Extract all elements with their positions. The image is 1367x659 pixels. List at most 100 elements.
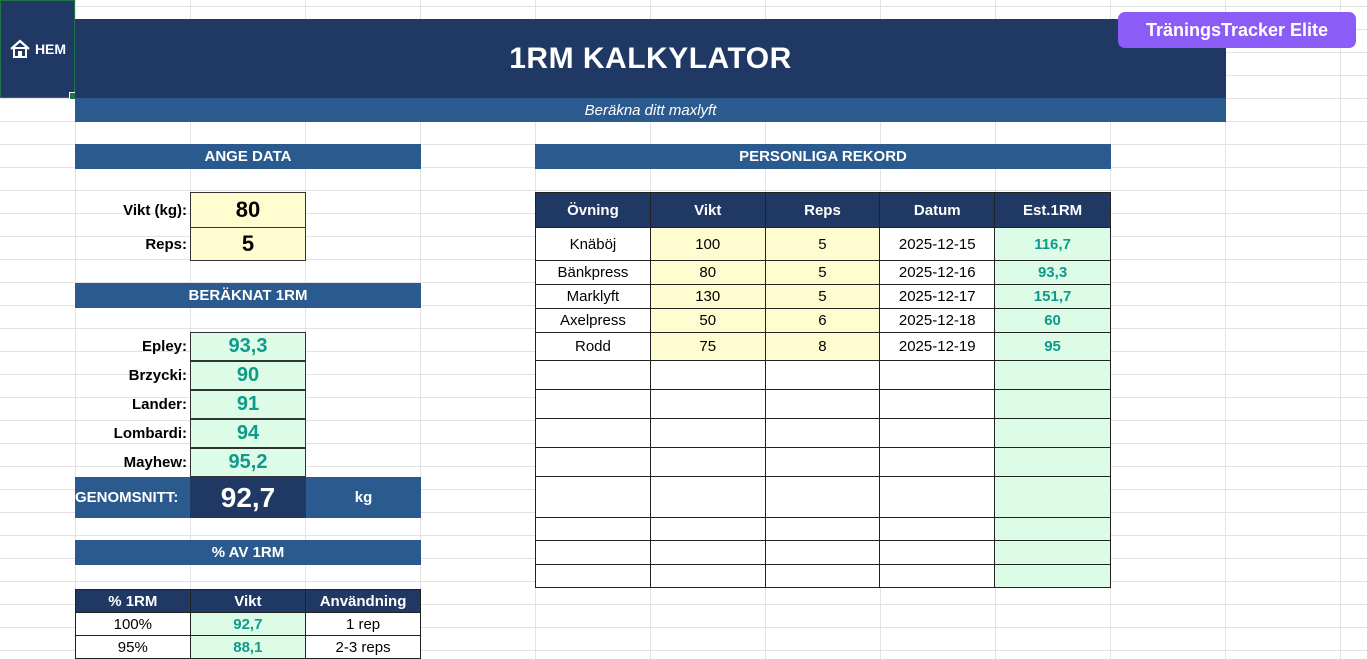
exercise-cell[interactable]: Bänkpress	[535, 260, 651, 285]
empty-cell[interactable]	[879, 360, 996, 390]
empty-cell[interactable]	[535, 360, 651, 390]
weight-cell[interactable]: 75	[649, 332, 766, 361]
reps-cell[interactable]: 6	[764, 308, 881, 333]
date-cell[interactable]: 2025-12-18	[879, 308, 996, 333]
page-title: 1RM KALKYLATOR	[75, 19, 1226, 98]
home-label: HEM	[34, 41, 67, 57]
reps-cell[interactable]: 8	[764, 332, 881, 361]
empty-cell[interactable]	[879, 418, 996, 448]
percent-header-pct: % 1RM	[75, 589, 191, 613]
empty-cell[interactable]	[649, 447, 766, 477]
weight-input[interactable]: 80	[190, 192, 306, 228]
percent-cell[interactable]: 100%	[75, 612, 191, 636]
empty-cell[interactable]	[879, 517, 996, 541]
average-value: 92,7	[190, 477, 306, 518]
table-row	[535, 517, 1111, 541]
page-subtitle: Beräkna ditt maxlyft	[75, 98, 1226, 122]
percent-weight-cell[interactable]: 88,1	[189, 635, 307, 659]
empty-cell[interactable]	[764, 360, 881, 390]
exercise-cell[interactable]: Axelpress	[535, 308, 651, 333]
mayhew-value: 95,2	[190, 448, 306, 477]
empty-cell[interactable]	[764, 540, 881, 565]
table-row: 95% 88,1 2-3 reps	[75, 635, 421, 659]
reps-cell[interactable]: 5	[764, 260, 881, 285]
empty-cell[interactable]	[994, 540, 1111, 565]
percent-table: % 1RM Vikt Användning 100% 92,7 1 rep 95…	[75, 589, 421, 659]
table-row	[535, 564, 1111, 588]
reps-label: Reps:	[145, 235, 187, 253]
reps-input[interactable]: 5	[190, 227, 306, 261]
empty-cell[interactable]	[994, 447, 1111, 477]
date-cell[interactable]: 2025-12-15	[879, 227, 996, 261]
reps-cell[interactable]: 5	[764, 227, 881, 261]
empty-cell[interactable]	[764, 564, 881, 588]
average-label: GENOMSNITT:	[75, 477, 190, 518]
table-row: Marklyft 130 5 2025-12-17 151,7	[535, 284, 1111, 309]
empty-cell[interactable]	[879, 540, 996, 565]
empty-cell[interactable]	[649, 517, 766, 541]
empty-cell[interactable]	[994, 360, 1111, 390]
records-header-weight: Vikt	[649, 192, 766, 228]
percent-use-cell[interactable]: 1 rep	[305, 612, 421, 636]
empty-cell[interactable]	[535, 418, 651, 448]
percent-use-cell[interactable]: 2-3 reps	[305, 635, 421, 659]
empty-cell[interactable]	[879, 476, 996, 518]
weight-cell[interactable]: 50	[649, 308, 766, 333]
empty-cell[interactable]	[994, 517, 1111, 541]
table-row: Knäböj 100 5 2025-12-15 116,7	[535, 227, 1111, 261]
brand-badge[interactable]: TräningsTracker Elite	[1118, 12, 1356, 48]
lander-label: Lander:	[131, 396, 187, 413]
table-row	[535, 540, 1111, 565]
empty-cell[interactable]	[649, 540, 766, 565]
exercise-cell[interactable]: Marklyft	[535, 284, 651, 309]
date-cell[interactable]: 2025-12-16	[879, 260, 996, 285]
empty-cell[interactable]	[764, 476, 881, 518]
weight-cell[interactable]: 130	[649, 284, 766, 309]
table-row: Axelpress 50 6 2025-12-18 60	[535, 308, 1111, 333]
results-section-title: BERÄKNAT 1RM	[75, 283, 421, 308]
empty-cell[interactable]	[764, 517, 881, 541]
table-row	[535, 418, 1111, 448]
empty-cell[interactable]	[535, 476, 651, 518]
empty-cell[interactable]	[994, 389, 1111, 419]
date-cell[interactable]: 2025-12-19	[879, 332, 996, 361]
empty-cell[interactable]	[649, 360, 766, 390]
input-section-title: ANGE DATA	[75, 144, 421, 169]
empty-cell[interactable]	[764, 418, 881, 448]
weight-cell[interactable]: 80	[649, 260, 766, 285]
exercise-cell[interactable]: Knäböj	[535, 227, 651, 261]
empty-cell[interactable]	[994, 564, 1111, 588]
empty-cell[interactable]	[879, 447, 996, 477]
empty-cell[interactable]	[649, 476, 766, 518]
reps-cell[interactable]: 5	[764, 284, 881, 309]
est-cell[interactable]: 60	[994, 308, 1111, 333]
empty-cell[interactable]	[994, 476, 1111, 518]
empty-cell[interactable]	[535, 447, 651, 477]
empty-cell[interactable]	[535, 564, 651, 588]
exercise-cell[interactable]: Rodd	[535, 332, 651, 361]
records-section-title: PERSONLIGA REKORD	[535, 144, 1111, 169]
percent-cell[interactable]: 95%	[75, 635, 191, 659]
empty-cell[interactable]	[535, 389, 651, 419]
empty-cell[interactable]	[879, 564, 996, 588]
est-cell[interactable]: 151,7	[994, 284, 1111, 309]
empty-cell[interactable]	[879, 389, 996, 419]
est-cell[interactable]: 116,7	[994, 227, 1111, 261]
empty-cell[interactable]	[994, 418, 1111, 448]
empty-cell[interactable]	[764, 389, 881, 419]
home-button[interactable]: HEM	[0, 0, 77, 100]
percent-weight-cell[interactable]: 92,7	[189, 612, 307, 636]
est-cell[interactable]: 93,3	[994, 260, 1111, 285]
empty-cell[interactable]	[649, 389, 766, 419]
date-cell[interactable]: 2025-12-17	[879, 284, 996, 309]
empty-cell[interactable]	[535, 540, 651, 565]
empty-cell[interactable]	[764, 447, 881, 477]
empty-cell[interactable]	[535, 517, 651, 541]
empty-cell[interactable]	[649, 418, 766, 448]
weight-cell[interactable]: 100	[649, 227, 766, 261]
est-cell[interactable]: 95	[994, 332, 1111, 361]
lombardi-label: Lombardi:	[113, 425, 187, 442]
empty-cell[interactable]	[649, 564, 766, 588]
records-header-date: Datum	[879, 192, 996, 228]
records-header-est: Est.1RM	[994, 192, 1111, 228]
